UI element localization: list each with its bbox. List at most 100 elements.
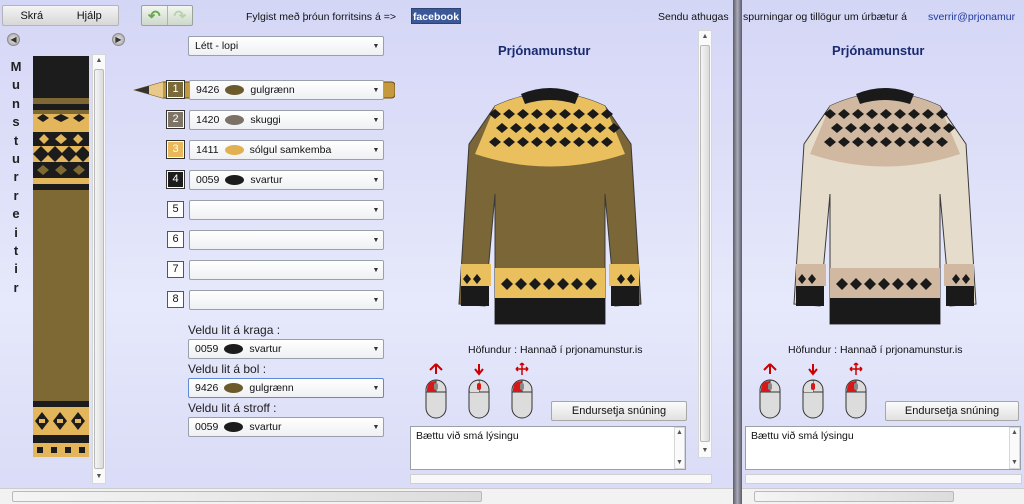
collar-name: svartur	[249, 343, 282, 355]
color-select-4[interactable]: 0059 svartur ▼	[189, 170, 384, 190]
description-scrollbar[interactable]: ▲ ▼	[674, 427, 685, 469]
collar-swatch	[224, 344, 244, 354]
undo-redo-group: ↶ ↷	[141, 5, 193, 26]
feedback-text: Sendu athugas	[658, 11, 729, 23]
color-select-3[interactable]: 1411 sólgul samkemba ▼	[189, 140, 384, 160]
collapse-right-icon[interactable]: ▶	[112, 33, 125, 46]
pattern-strip[interactable]	[33, 56, 89, 457]
title-letter: i	[14, 224, 18, 240]
title-letter: M	[10, 59, 22, 74]
color-select-1[interactable]: 9426 gulgrænn ▼	[189, 80, 384, 100]
cuff-select[interactable]: 0059 svartur ▼	[188, 417, 384, 437]
scroll-up-icon[interactable]: ▲	[699, 31, 711, 43]
body-select[interactable]: 9426 gulgrænn ▼	[188, 378, 384, 398]
color-select-6[interactable]: ▼	[189, 230, 384, 250]
color-number-2[interactable]: 2	[166, 110, 185, 129]
yarn-name: gulgrænn	[250, 84, 295, 96]
yarn-type-select[interactable]: Létt - lopi ▼	[188, 36, 384, 56]
description-input[interactable]: Bættu við smá lýsingu	[410, 426, 686, 470]
preview-scrollbar[interactable]: ▲ ▼	[698, 30, 712, 458]
cuff-label: Veldu lit á stroff :	[188, 401, 277, 415]
scroll-thumb[interactable]	[754, 491, 954, 502]
reset-rotation-button-2[interactable]: Endursetja snúning	[885, 401, 1019, 421]
follow-text: Fylgist með þróun forritsins á =>	[246, 11, 396, 23]
strip-scrollbar[interactable]: ▲ ▼	[92, 54, 106, 484]
description-input-2[interactable]: Bættu við smá lýsingu	[745, 426, 1021, 470]
cuff-swatch	[224, 422, 244, 432]
yarn-code: 0059	[196, 174, 220, 186]
zoom-mouse-icon	[466, 362, 492, 423]
zoom-mouse-icon	[800, 362, 826, 423]
right-horizontal-scrollbar[interactable]	[742, 488, 1024, 504]
color-select-8[interactable]: ▼	[189, 290, 384, 310]
scroll-down-icon[interactable]: ▼	[699, 445, 711, 457]
chevron-down-icon: ▼	[372, 423, 380, 431]
color-number-3[interactable]: 3	[166, 140, 185, 159]
body-swatch	[224, 383, 244, 393]
yarn-swatch	[225, 115, 245, 125]
color-select-value: 1411 sólgul samkemba	[190, 144, 369, 156]
chevron-down-icon: ▼	[372, 176, 380, 184]
yarn-name: sólgul samkemba	[249, 144, 332, 156]
color-select-2[interactable]: 1420 skuggi ▼	[189, 110, 384, 130]
color-number-5[interactable]: 5	[167, 201, 184, 218]
color-select-5[interactable]: ▼	[189, 200, 384, 220]
chevron-down-icon: ▼	[372, 86, 380, 94]
chevron-down-icon: ▼	[372, 206, 380, 214]
facebook-link[interactable]: facebook	[411, 8, 461, 24]
color-number-6[interactable]: 6	[167, 231, 184, 248]
yarn-name: svartur	[250, 174, 283, 186]
color-number-1[interactable]: 1	[166, 80, 185, 99]
scroll-thumb[interactable]	[700, 45, 710, 442]
title-letter: t	[13, 242, 19, 258]
author-text-2: Höfundur : Hannað í prjonamunstur.is	[788, 344, 963, 356]
chevron-down-icon: ▼	[372, 266, 380, 274]
collapse-left-icon[interactable]: ◀	[7, 33, 20, 46]
yarn-swatch	[225, 85, 245, 95]
menu-file[interactable]: Skrá	[3, 10, 61, 22]
collar-select[interactable]: 0059 svartur ▼	[188, 339, 384, 359]
yarn-code: 9426	[196, 84, 220, 96]
menu-bar: Skrá Hjálp	[2, 5, 119, 26]
sweater-preview-2[interactable]	[790, 84, 980, 337]
color-number-7[interactable]: 7	[167, 261, 184, 278]
title-letter: u	[12, 150, 20, 166]
color-select-7[interactable]: ▼	[189, 260, 384, 280]
redo-icon[interactable]: ↷	[166, 6, 193, 25]
scroll-up-icon[interactable]: ▲	[93, 55, 105, 67]
preview-lower-panel-2	[745, 474, 1022, 484]
chevron-down-icon: ▼	[372, 116, 380, 124]
undo-icon[interactable]: ↶	[142, 6, 167, 25]
title-letter: s	[12, 114, 20, 130]
body-code: 9426	[195, 382, 219, 394]
title-letter: e	[12, 206, 20, 222]
scroll-thumb[interactable]	[94, 69, 104, 469]
pattern-strip-title: Munsturreitir	[9, 58, 23, 297]
rotate-mouse-icon	[423, 362, 449, 423]
yarn-type-value: Létt - lopi	[195, 40, 239, 52]
chevron-down-icon: ▼	[372, 146, 380, 154]
scroll-thumb[interactable]	[12, 491, 482, 502]
color-select-value: 9426 gulgrænn	[190, 84, 369, 96]
yarn-swatch	[224, 145, 244, 155]
color-select-value: 1420 skuggi	[190, 114, 369, 126]
cuff-name: svartur	[249, 421, 282, 433]
sweater-preview[interactable]	[455, 84, 645, 337]
color-number-4[interactable]: 4	[166, 170, 185, 189]
scroll-down-icon[interactable]: ▼	[93, 471, 105, 483]
preview-title-2: Prjónamunstur	[832, 43, 925, 58]
title-letter: u	[12, 77, 20, 93]
description-scrollbar-2[interactable]: ▲ ▼	[1009, 427, 1020, 469]
cuff-code: 0059	[195, 421, 219, 433]
email-link[interactable]: sverrir@prjonamur	[928, 11, 1015, 23]
menu-help[interactable]: Hjálp	[61, 10, 119, 22]
main-horizontal-scrollbar[interactable]	[0, 488, 733, 504]
window-divider[interactable]	[733, 0, 742, 504]
reset-rotation-button[interactable]: Endursetja snúning	[551, 401, 687, 421]
pan-mouse-icon	[509, 362, 535, 423]
color-number-8[interactable]: 8	[167, 291, 184, 308]
chevron-down-icon: ▼	[372, 236, 380, 244]
collar-label: Veldu lit á kraga :	[188, 323, 281, 337]
title-letter: n	[12, 95, 20, 111]
yarn-code: 1411	[196, 144, 219, 156]
